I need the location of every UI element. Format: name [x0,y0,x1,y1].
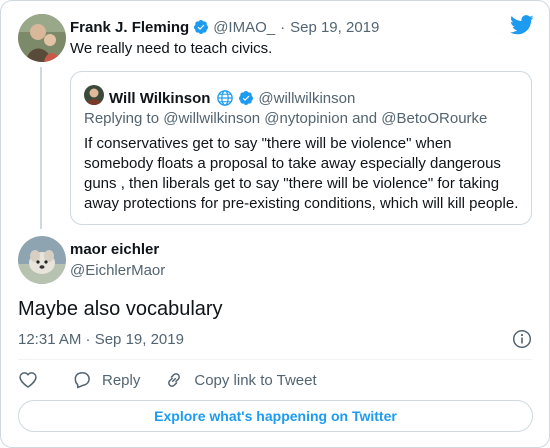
reply-button[interactable]: Reply [72,370,140,390]
main-author-handle[interactable]: @EichlerMaor [70,262,165,279]
parent-author-handle[interactable]: @IMAO_ [213,19,275,36]
reply-icon [74,372,90,389]
reply-label: Reply [102,371,141,389]
verified-icon [239,91,254,105]
tweet-embed-card: Frank J. Fleming @IMAO_ · Sep 19, 2019 W… [0,0,550,448]
quoted-tweet-header: Will Wilkinson @willwilkinson [109,88,355,108]
quoted-tweet-text: If conservatives get to say "there will … [84,135,519,212]
parent-tweet-header: Frank J. Fleming @IMAO_ · Sep 19, 2019 [70,17,379,37]
quoted-author-handle[interactable]: @willwilkinson [258,90,355,107]
parent-tweet-text: We really need to teach civics. [70,40,273,57]
twitter-bird-icon[interactable] [510,15,534,35]
copy-link-button[interactable]: Copy link to Tweet [164,370,317,390]
link-icon [168,373,181,387]
main-author-name[interactable]: maor eichler [70,241,159,258]
tweet-timestamp[interactable]: 12:31 AM · Sep 19, 2019 [18,331,184,348]
avatar-frank-fleming[interactable] [18,14,66,62]
parent-tweet-date[interactable]: Sep 19, 2019 [290,19,379,36]
replying-to-line: Replying to @willwilkinson @nytopinion a… [84,110,488,127]
heart-icon [19,372,37,388]
like-button[interactable] [18,370,38,390]
action-bar: Reply Copy link to Tweet [18,369,317,391]
quoted-tweet[interactable]: Will Wilkinson @willwilkinson Replying t… [70,71,532,225]
avatar-will-wilkinson[interactable] [84,85,104,105]
divider [18,359,532,360]
avatar-maor-eichler[interactable] [18,236,66,284]
copy-link-label: Copy link to Tweet [194,371,317,389]
explore-twitter-button[interactable]: Explore what's happening on Twitter [18,400,533,432]
globe-icon [217,90,234,106]
info-icon[interactable] [512,329,532,349]
header-separator: · [280,18,286,36]
verified-icon [194,20,209,34]
parent-author-name[interactable]: Frank J. Fleming [70,19,189,36]
thread-connector-line [40,67,42,229]
main-tweet-text: Maybe also vocabulary [18,298,223,320]
quoted-author-name[interactable]: Will Wilkinson [109,90,210,107]
